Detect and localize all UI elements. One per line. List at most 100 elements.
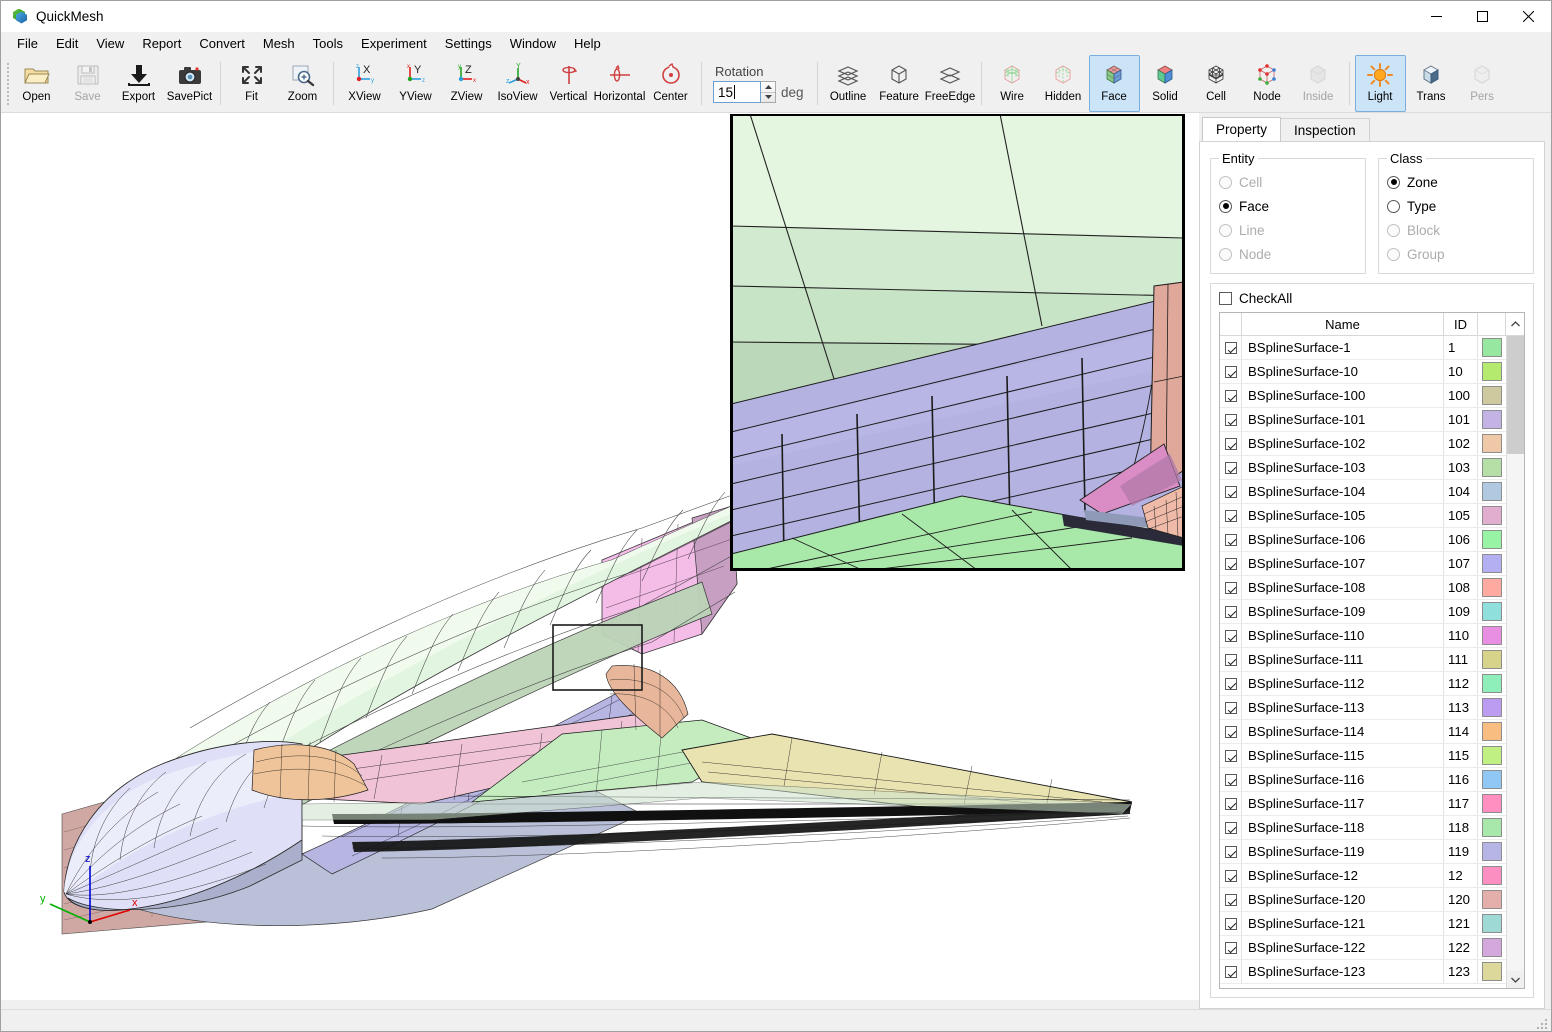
row-name-cell[interactable]: BSplineSurface-117 <box>1242 792 1444 815</box>
row-checkbox-cell[interactable] <box>1220 624 1242 647</box>
row-name-cell[interactable]: BSplineSurface-122 <box>1242 936 1444 959</box>
table-row[interactable]: BSplineSurface-117 117 <box>1220 792 1506 816</box>
row-checkbox[interactable] <box>1224 725 1237 738</box>
row-color-cell[interactable] <box>1478 912 1506 935</box>
table-row[interactable]: BSplineSurface-10 10 <box>1220 360 1506 384</box>
toolbar-button-light[interactable]: Light <box>1354 55 1406 112</box>
row-checkbox-cell[interactable] <box>1220 504 1242 527</box>
table-row[interactable]: BSplineSurface-116 116 <box>1220 768 1506 792</box>
radio-button-icon[interactable] <box>1387 175 1400 189</box>
tab-inspection[interactable]: Inspection <box>1280 118 1370 141</box>
toolbar-button-node[interactable]: Node <box>1242 55 1293 112</box>
row-color-cell[interactable] <box>1478 336 1506 359</box>
row-checkbox[interactable] <box>1224 797 1237 810</box>
row-id-cell[interactable]: 123 <box>1444 960 1478 983</box>
menu-item-help[interactable]: Help <box>565 33 610 54</box>
row-name-cell[interactable]: BSplineSurface-120 <box>1242 888 1444 911</box>
toolbar-button-vertical[interactable]: Vertical <box>543 55 594 112</box>
table-row[interactable]: BSplineSurface-115 115 <box>1220 744 1506 768</box>
row-name-cell[interactable]: BSplineSurface-119 <box>1242 840 1444 863</box>
color-swatch[interactable] <box>1482 818 1502 837</box>
row-color-cell[interactable] <box>1478 384 1506 407</box>
row-name-cell[interactable]: BSplineSurface-105 <box>1242 504 1444 527</box>
row-color-cell[interactable] <box>1478 552 1506 575</box>
row-name-cell[interactable]: BSplineSurface-107 <box>1242 552 1444 575</box>
row-color-cell[interactable] <box>1478 792 1506 815</box>
color-swatch[interactable] <box>1482 338 1502 357</box>
row-color-cell[interactable] <box>1478 816 1506 839</box>
row-id-cell[interactable]: 118 <box>1444 816 1478 839</box>
toolbar-button-export[interactable]: Export <box>113 55 164 112</box>
row-color-cell[interactable] <box>1478 480 1506 503</box>
table-row[interactable]: BSplineSurface-109 109 <box>1220 600 1506 624</box>
toolbar-button-zview[interactable]: Z y x ZView <box>441 55 492 112</box>
row-id-cell[interactable]: 102 <box>1444 432 1478 455</box>
color-swatch[interactable] <box>1482 674 1502 693</box>
table-row[interactable]: BSplineSurface-12 12 <box>1220 864 1506 888</box>
row-color-cell[interactable] <box>1478 696 1506 719</box>
row-checkbox-cell[interactable] <box>1220 888 1242 911</box>
table-row[interactable]: BSplineSurface-122 122 <box>1220 936 1506 960</box>
row-checkbox[interactable] <box>1224 461 1237 474</box>
row-checkbox-cell[interactable] <box>1220 744 1242 767</box>
menu-item-report[interactable]: Report <box>133 33 190 54</box>
row-color-cell[interactable] <box>1478 432 1506 455</box>
toolbar-button-freeedge[interactable]: FreeEdge <box>925 55 976 112</box>
menu-item-tools[interactable]: Tools <box>304 33 352 54</box>
row-id-cell[interactable]: 104 <box>1444 480 1478 503</box>
row-checkbox[interactable] <box>1224 365 1237 378</box>
spinner-down-icon[interactable] <box>761 93 775 103</box>
row-name-cell[interactable]: BSplineSurface-110 <box>1242 624 1444 647</box>
table-row[interactable]: BSplineSurface-108 108 <box>1220 576 1506 600</box>
menu-item-window[interactable]: Window <box>501 33 565 54</box>
row-checkbox[interactable] <box>1224 821 1237 834</box>
row-checkbox-cell[interactable] <box>1220 672 1242 695</box>
row-checkbox-cell[interactable] <box>1220 792 1242 815</box>
menu-item-convert[interactable]: Convert <box>190 33 254 54</box>
color-swatch[interactable] <box>1482 434 1502 453</box>
scroll-up-arrow[interactable] <box>1506 313 1524 335</box>
row-checkbox-cell[interactable] <box>1220 360 1242 383</box>
row-color-cell[interactable] <box>1478 648 1506 671</box>
color-swatch[interactable] <box>1482 650 1502 669</box>
table-row[interactable]: BSplineSurface-103 103 <box>1220 456 1506 480</box>
toolbar-button-hidden[interactable]: Hidden <box>1038 55 1089 112</box>
row-name-cell[interactable]: BSplineSurface-112 <box>1242 672 1444 695</box>
color-swatch[interactable] <box>1482 698 1502 717</box>
row-checkbox[interactable] <box>1224 629 1237 642</box>
color-swatch[interactable] <box>1482 890 1502 909</box>
row-name-cell[interactable]: BSplineSurface-113 <box>1242 696 1444 719</box>
row-checkbox-cell[interactable] <box>1220 864 1242 887</box>
toolbar-button-xview[interactable]: X z y XView <box>339 55 390 112</box>
check-all-row[interactable]: CheckAll <box>1219 291 1525 306</box>
color-swatch[interactable] <box>1482 386 1502 405</box>
row-name-cell[interactable]: BSplineSurface-10 <box>1242 360 1444 383</box>
row-id-cell[interactable]: 121 <box>1444 912 1478 935</box>
toolbar-button-face[interactable]: Face <box>1088 55 1140 112</box>
row-checkbox[interactable] <box>1224 581 1237 594</box>
table-row[interactable]: BSplineSurface-101 101 <box>1220 408 1506 432</box>
toolbar-grip[interactable] <box>4 55 11 112</box>
column-header-id[interactable]: ID <box>1444 313 1478 335</box>
row-checkbox[interactable] <box>1224 653 1237 666</box>
row-checkbox[interactable] <box>1224 341 1237 354</box>
row-name-cell[interactable]: BSplineSurface-123 <box>1242 960 1444 983</box>
row-id-cell[interactable]: 120 <box>1444 888 1478 911</box>
3d-viewport[interactable]: z x y <box>1 113 1199 1000</box>
row-color-cell[interactable] <box>1478 768 1506 791</box>
color-swatch[interactable] <box>1482 842 1502 861</box>
table-row[interactable]: BSplineSurface-104 104 <box>1220 480 1506 504</box>
maximize-button[interactable] <box>1459 1 1505 32</box>
toolbar-button-zoom[interactable]: Zoom <box>277 55 328 112</box>
row-id-cell[interactable]: 106 <box>1444 528 1478 551</box>
row-checkbox-cell[interactable] <box>1220 336 1242 359</box>
color-swatch[interactable] <box>1482 962 1502 981</box>
resize-grip-icon[interactable] <box>1535 1015 1549 1029</box>
tab-property[interactable]: Property <box>1202 117 1282 141</box>
color-swatch[interactable] <box>1482 626 1502 645</box>
column-header-name[interactable]: Name <box>1242 313 1444 335</box>
row-name-cell[interactable]: BSplineSurface-121 <box>1242 912 1444 935</box>
color-swatch[interactable] <box>1482 722 1502 741</box>
row-name-cell[interactable]: BSplineSurface-116 <box>1242 768 1444 791</box>
table-row[interactable]: BSplineSurface-118 118 <box>1220 816 1506 840</box>
